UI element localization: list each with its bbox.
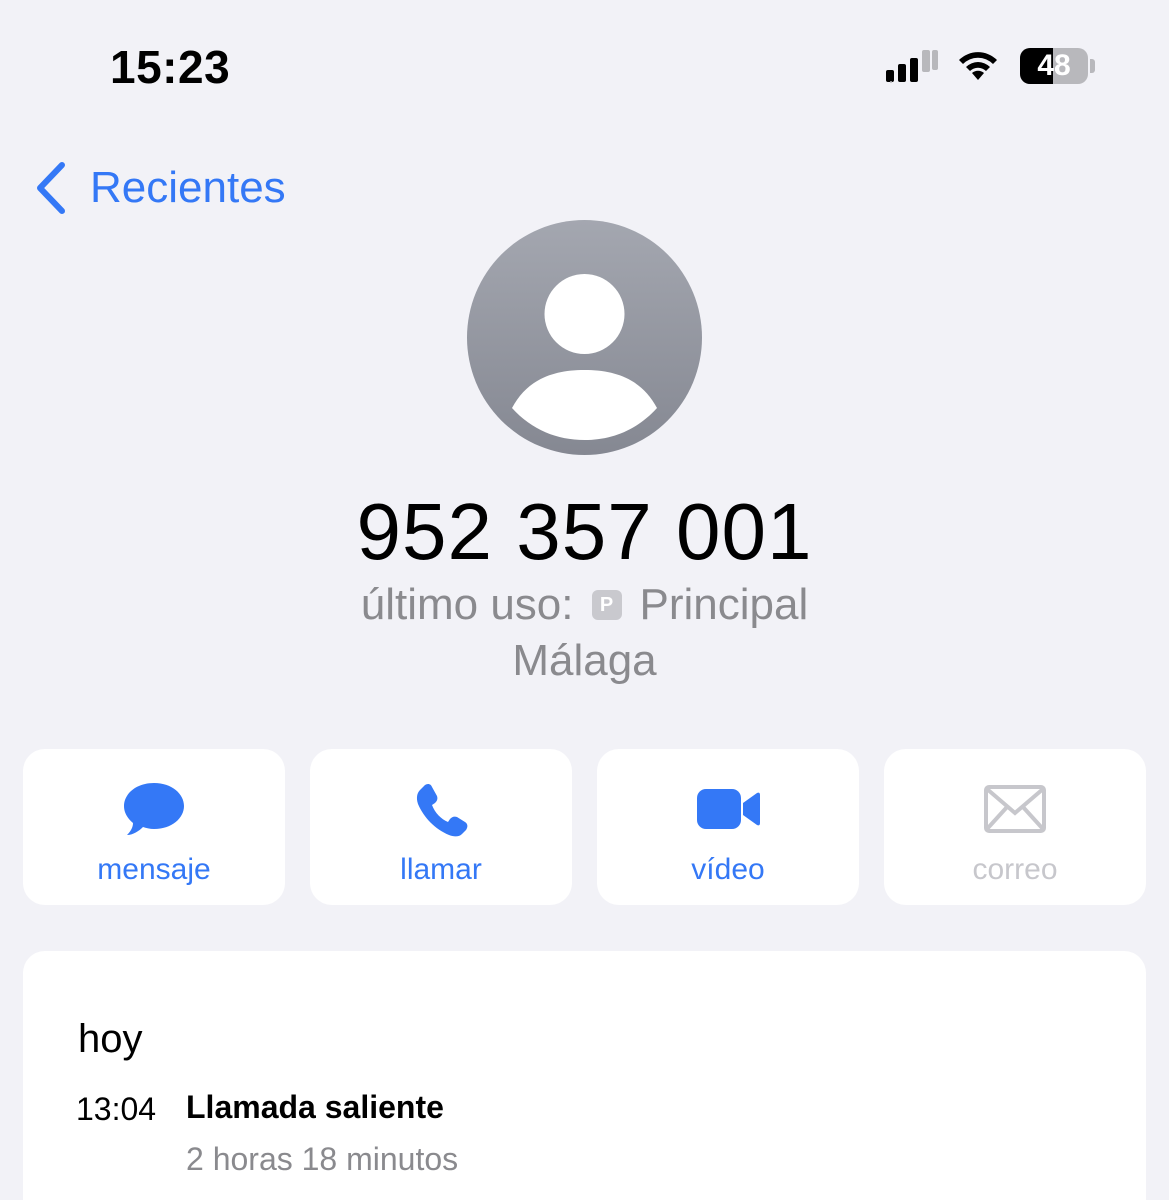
mail-label: correo	[972, 853, 1058, 886]
contact-phone-number: 952 357 001	[356, 487, 813, 576]
message-button[interactable]: mensaje	[23, 749, 285, 905]
call-time: 13:04	[76, 1091, 157, 1127]
battery-tip	[1090, 59, 1095, 73]
video-label: vídeo	[691, 853, 765, 886]
last-used-label: último uso:	[360, 580, 574, 629]
last-used-line: último uso: P Principal	[0, 580, 1169, 630]
person-placeholder-icon	[467, 220, 702, 455]
wifi-icon	[959, 52, 997, 80]
cellular-signal-icon	[886, 50, 938, 83]
back-label: Recientes	[90, 163, 286, 212]
contact-location: Málaga	[512, 636, 657, 685]
chevron-left-icon	[37, 162, 65, 214]
call-history-card: hoy 13:04 Llamada saliente 2 horas 18 mi…	[23, 951, 1146, 1200]
status-time: 15:23	[110, 41, 231, 93]
message-label: mensaje	[97, 853, 211, 886]
contact-avatar	[467, 220, 702, 455]
call-label: llamar	[400, 853, 482, 886]
call-type: Llamada saliente	[186, 1089, 444, 1125]
message-bubble-icon	[124, 783, 184, 835]
envelope-icon	[984, 785, 1046, 833]
call-duration: 2 horas 18 minutos	[186, 1141, 459, 1177]
line-badge: P	[591, 590, 622, 620]
battery-indicator: 48	[1020, 48, 1088, 84]
contact-detail-screen: 15:23 48 Recientes 952 357 001 último us…	[0, 0, 1169, 1200]
mail-button[interactable]: correo	[884, 749, 1146, 905]
quick-actions: mensaje llamar vídeo correo	[23, 749, 1146, 905]
call-button[interactable]: llamar	[310, 749, 572, 905]
battery-level: 48	[1037, 49, 1071, 82]
history-day: hoy	[78, 1017, 143, 1061]
video-camera-icon	[697, 789, 760, 829]
line-name: Principal	[639, 580, 809, 629]
phone-icon	[416, 783, 468, 837]
video-button[interactable]: vídeo	[597, 749, 859, 905]
back-button[interactable]: Recientes	[34, 160, 286, 216]
